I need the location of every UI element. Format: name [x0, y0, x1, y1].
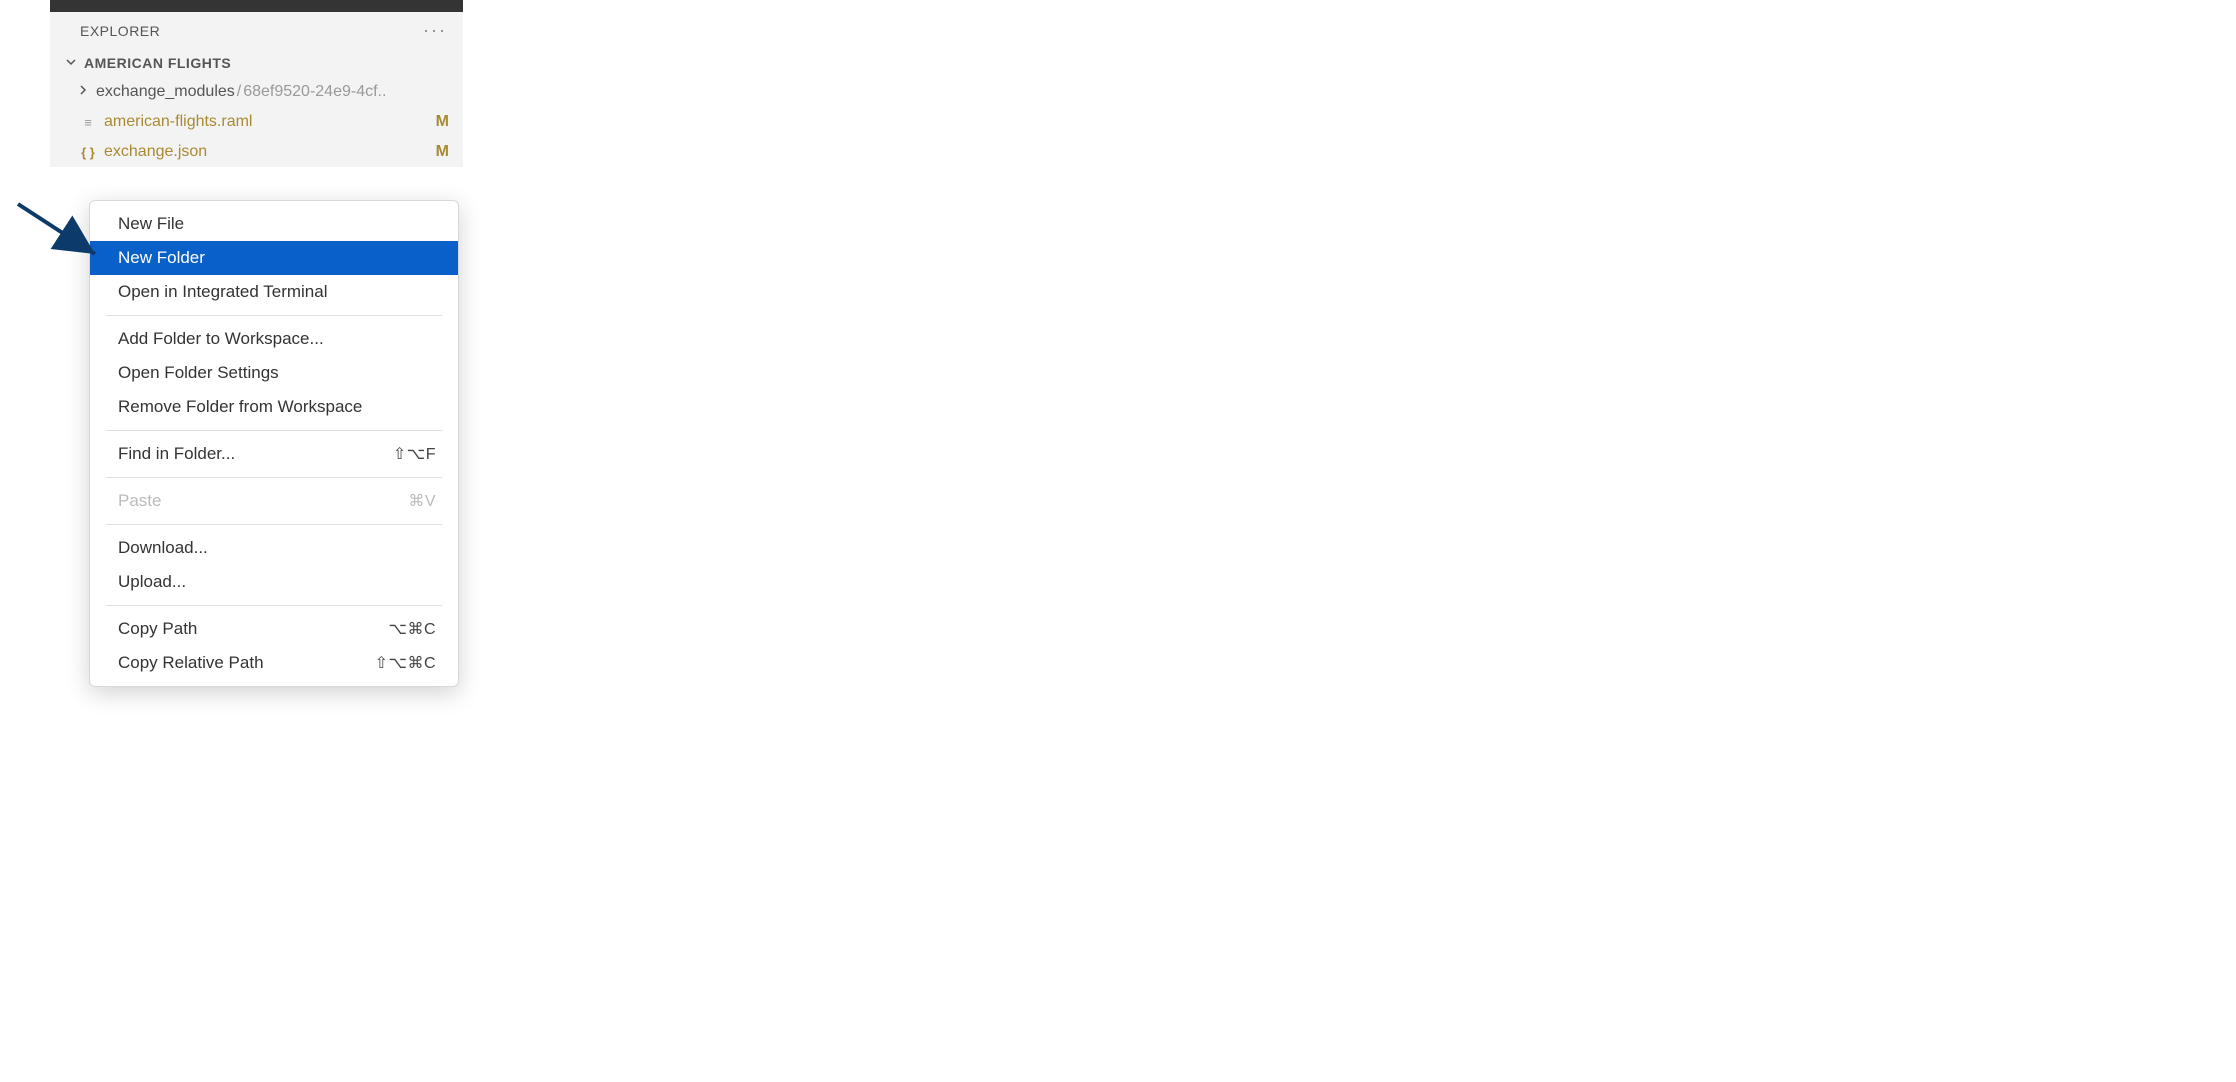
menu-item-label: Copy Relative Path — [118, 653, 264, 673]
menu-item-shortcut: ⌥⌘C — [389, 619, 437, 639]
menu-divider — [106, 605, 442, 606]
file-status-badge: M — [436, 113, 449, 131]
menu-item-upload[interactable]: Upload... — [90, 565, 458, 599]
menu-item-label: New File — [118, 214, 184, 234]
menu-item-open-folder-settings[interactable]: Open Folder Settings — [90, 356, 458, 390]
file-row[interactable]: { } exchange.json M — [50, 137, 463, 167]
file-status-badge: M — [436, 143, 449, 161]
explorer-header: EXPLORER ··· — [50, 12, 463, 49]
menu-item-shortcut: ⌘V — [408, 491, 436, 511]
menu-item-remove-folder-workspace[interactable]: Remove Folder from Workspace — [90, 390, 458, 424]
menu-item-download[interactable]: Download... — [90, 531, 458, 565]
file-name: exchange.json — [104, 143, 207, 161]
menu-item-label: Copy Path — [118, 619, 197, 639]
menu-item-shortcut: ⇧⌥F — [393, 444, 436, 464]
menu-item-label: Add Folder to Workspace... — [118, 329, 324, 349]
path-separator: / — [237, 83, 241, 100]
folder-name: exchange_modules — [96, 83, 235, 100]
project-header[interactable]: AMERICAN FLIGHTS — [50, 49, 463, 77]
explorer-sidebar: EXPLORER ··· AMERICAN FLIGHTS exchange_m… — [50, 0, 463, 167]
menu-item-label: New Folder — [118, 248, 205, 268]
project-name: AMERICAN FLIGHTS — [84, 55, 231, 71]
folder-row[interactable]: exchange_modules/68ef9520-24e9-4cf.. — [50, 77, 463, 107]
file-braces-icon: { } — [80, 144, 96, 160]
file-row[interactable]: ≡ american-flights.raml M — [50, 107, 463, 137]
menu-item-find-in-folder[interactable]: Find in Folder... ⇧⌥F — [90, 437, 458, 471]
chevron-down-icon — [64, 55, 78, 71]
menu-item-paste: Paste ⌘V — [90, 484, 458, 518]
menu-item-label: Remove Folder from Workspace — [118, 397, 362, 417]
file-lines-icon: ≡ — [80, 114, 96, 130]
menu-divider — [106, 477, 442, 478]
more-actions-icon[interactable]: ··· — [423, 20, 451, 41]
menu-item-copy-path[interactable]: Copy Path ⌥⌘C — [90, 612, 458, 646]
menu-item-label: Open in Integrated Terminal — [118, 282, 327, 302]
menu-item-copy-relative-path[interactable]: Copy Relative Path ⇧⌥⌘C — [90, 646, 458, 680]
menu-item-add-folder-workspace[interactable]: Add Folder to Workspace... — [90, 322, 458, 356]
context-menu: New File New Folder Open in Integrated T… — [89, 200, 459, 687]
menu-divider — [106, 315, 442, 316]
menu-item-label: Download... — [118, 538, 208, 558]
menu-item-open-terminal[interactable]: Open in Integrated Terminal — [90, 275, 458, 309]
menu-item-new-folder[interactable]: New Folder — [90, 241, 458, 275]
title-bar — [50, 0, 463, 12]
file-name: american-flights.raml — [104, 113, 252, 131]
explorer-title: EXPLORER — [80, 23, 160, 39]
menu-item-label: Upload... — [118, 572, 186, 592]
menu-item-label: Open Folder Settings — [118, 363, 279, 383]
folder-hash: 68ef9520-24e9-4cf.. — [243, 83, 386, 100]
menu-item-new-file[interactable]: New File — [90, 207, 458, 241]
menu-item-label: Find in Folder... — [118, 444, 235, 464]
menu-divider — [106, 524, 442, 525]
menu-item-shortcut: ⇧⌥⌘C — [375, 653, 436, 673]
menu-item-label: Paste — [118, 491, 161, 511]
menu-divider — [106, 430, 442, 431]
chevron-right-icon — [76, 83, 90, 101]
